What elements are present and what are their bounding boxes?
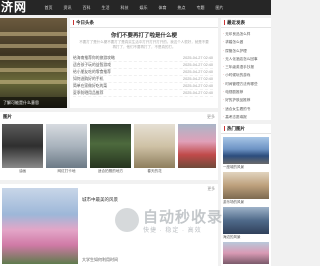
hot-image[interactable] [223,172,269,199]
gallery-image[interactable] [90,124,131,168]
gallery-image[interactable] [2,124,43,168]
news-item[interactable]: 给小朋友吃的零食推荐 2025-04-27 02:40 [73,69,213,76]
gallery-image[interactable] [178,124,216,168]
recent-posts-title: 最近发表 [221,18,271,28]
gallery-caption[interactable]: 网红打卡地 [46,169,87,174]
recent-post-item[interactable]: ·适合女生看的书 [223,105,270,113]
image-gallery: 图片 更多 油画 网红打卡地 适合拍照的地方 春天的花 [0,112,218,180]
gallery-image[interactable] [46,124,87,168]
news-item[interactable]: 简单在家做好吃的菜 2025-04-27 02:40 [73,83,213,90]
nav-item[interactable]: 热点 [172,0,191,15]
recent-post-item[interactable]: ·求婚怎么做 [223,38,270,46]
recent-post-item[interactable]: ·时间管理方法有哪些 [223,80,270,88]
nav-item[interactable]: 专题 [191,0,210,15]
hot-image[interactable] [223,137,269,164]
featured-more-link[interactable]: 更多 [207,187,215,192]
featured-title-secondary[interactable]: 大学生如何利用时间 [82,257,118,263]
watermark-logo-icon [115,208,139,232]
nav-item[interactable]: 资讯 [58,0,77,15]
recent-post-item[interactable]: ·无印良品怎么样 [223,30,270,38]
news-item[interactable]: 如何选购好的手机 2025-04-27 02:40 [73,76,213,83]
gallery-image[interactable] [134,124,175,168]
news-item[interactable]: 夏季防晒用品推荐 2025-04-27 02:40 [73,90,213,97]
news-panel: 今日头条 你们不要再打了啦是什么梗 不要打了是什么梗不要打了是真实生活中打开打开… [70,18,218,108]
recent-post-item[interactable]: ·三年级英语手抄报 [223,63,270,71]
news-summary: 不要打了是什么梗不要打了是真实生活中打开打开打开的。我这个人很好，就是不要再打了… [79,40,209,49]
recent-posts-panel: 最近发表 ·无印良品怎么样 ·求婚怎么做 ·尿管怎么护理 ·无人化酒店怎么回事 … [221,18,271,120]
gallery-caption[interactable]: 油画 [2,169,43,174]
hot-images-title: 热门图片 [221,124,271,134]
watermark-text: 自动秒收录 [143,209,224,226]
recent-post-item[interactable]: ·尿管怎么护理 [223,47,270,55]
hero-image[interactable]: 了解可能是什么意思 [0,18,67,108]
gallery-more-link[interactable]: 更多 [207,114,215,120]
news-item[interactable]: 给海南推荐你的旅游攻略 2025-04-27 02:40 [73,55,213,62]
recent-post-item[interactable]: ·小时候玩的游戏 [223,71,270,79]
news-headline[interactable]: 你们不要再打了啦是什么梗 [70,31,218,39]
recent-post-item[interactable]: ·好的护肤品推荐 [223,96,270,104]
hero-caption[interactable]: 了解可能是什么意思 [0,97,67,108]
watermark: 自动秒收录 快捷 · 稳定 · 高效 [115,206,269,246]
nav-item[interactable]: 百科 [77,0,96,15]
featured-title[interactable]: 城市中最美的风景 [82,197,118,203]
recent-post-item[interactable]: ·电视剧推荐 [223,88,270,96]
main-nav: 首页 资讯 百科 生活 科技 娱乐 体育 热点 专题 图片 [39,0,229,15]
gallery-title: 图片 [3,114,12,119]
featured-image[interactable] [2,188,78,264]
gallery-caption[interactable]: 适合拍照的地方 [90,169,131,174]
nav-item[interactable]: 娱乐 [134,0,153,15]
nav-item[interactable]: 体育 [153,0,172,15]
hot-image-caption[interactable]: 一座城的风景 [223,165,269,170]
top-navbar: 济网 首页 资讯 百科 生活 科技 娱乐 体育 热点 专题 图片 [0,0,271,15]
site-logo[interactable]: 济网 [1,0,27,15]
nav-item[interactable]: 科技 [115,0,134,15]
hot-image-caption[interactable]: 游乐场的风景 [223,200,269,205]
nav-item[interactable]: 图片 [210,0,229,15]
news-list: 给海南推荐你的旅游攻略 2025-04-27 02:40 适合孩子玩的益智游戏 20… [73,55,213,97]
gallery-caption[interactable]: 春天的花 [134,169,175,174]
nav-item[interactable]: 首页 [39,0,58,15]
news-section-title: 今日头条 [70,18,218,28]
nav-item[interactable]: 生活 [96,0,115,15]
watermark-subtext: 快捷 · 稳定 · 高效 [143,228,202,234]
recent-post-item[interactable]: ·无人化酒店怎么回事 [223,55,270,63]
recent-post-item[interactable]: ·高考志愿填报 [223,113,270,121]
recent-posts-list: ·无印良品怎么样 ·求婚怎么做 ·尿管怎么护理 ·无人化酒店怎么回事 ·三年级英… [223,30,270,121]
news-item[interactable]: 适合孩子玩的益智游戏 2025-04-27 02:40 [73,62,213,69]
